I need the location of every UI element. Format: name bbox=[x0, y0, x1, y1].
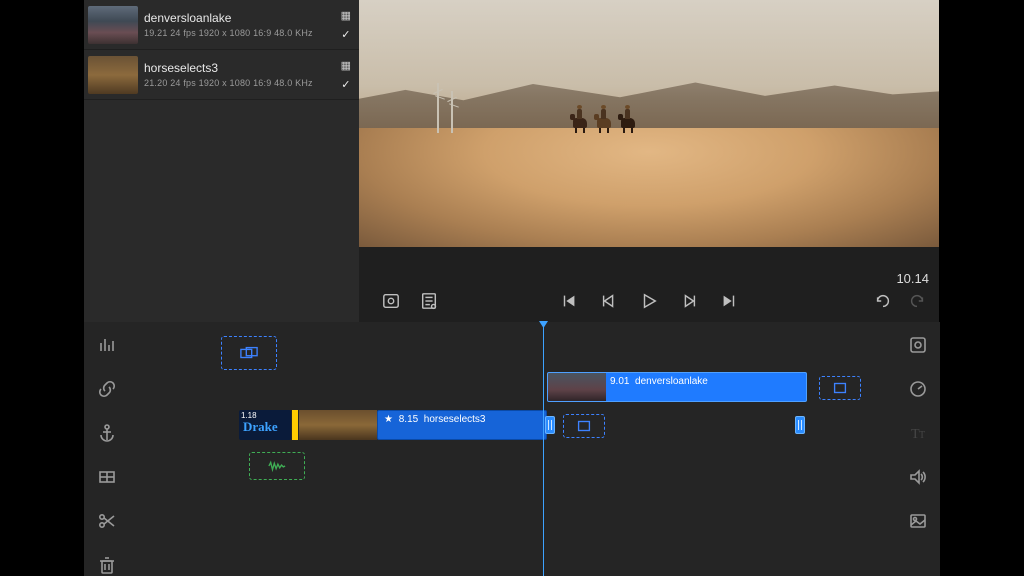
trash-icon[interactable] bbox=[96, 554, 118, 576]
settings-icon[interactable] bbox=[381, 291, 401, 311]
playhead[interactable] bbox=[543, 322, 544, 576]
volume-icon[interactable] bbox=[907, 466, 929, 488]
check-icon: ✓ bbox=[341, 28, 350, 41]
svg-text:T: T bbox=[919, 430, 925, 441]
library-clip-row[interactable]: denversloanlake 19.21 24 fps 1920 x 1080… bbox=[84, 0, 359, 50]
clip-title: horseselects3 bbox=[144, 61, 341, 75]
timeline-clip-horse[interactable]: ★ 8.15 horseselects3 bbox=[377, 410, 547, 440]
timeline-title-clip[interactable]: 1.18 Drake bbox=[239, 410, 291, 440]
trim-handle-right[interactable] bbox=[795, 416, 805, 434]
clip-name: denversloanlake bbox=[635, 376, 708, 387]
video-icon: ▦ bbox=[341, 59, 351, 72]
trim-handle-left[interactable] bbox=[545, 416, 555, 434]
audio-dropzone[interactable] bbox=[249, 452, 305, 480]
timeline-clip-lake[interactable]: 9.01 denversloanlake bbox=[547, 372, 807, 402]
link-icon[interactable] bbox=[96, 378, 118, 400]
clip-thumbnail bbox=[88, 56, 138, 94]
speed-icon[interactable] bbox=[907, 378, 929, 400]
clip-metadata: 19.21 24 fps 1920 x 1080 16:9 48.0 KHz bbox=[144, 28, 341, 38]
frame-icon[interactable] bbox=[96, 466, 118, 488]
video-icon: ▦ bbox=[341, 9, 351, 22]
timeline-left-toolbar bbox=[84, 322, 129, 576]
clip-name: horseselects3 bbox=[424, 414, 486, 425]
app-root: denversloanlake 19.21 24 fps 1920 x 1080… bbox=[0, 0, 1024, 576]
scissors-icon[interactable] bbox=[96, 510, 118, 532]
timeline-right-toolbar: TT bbox=[895, 322, 940, 576]
clip-title: denversloanlake bbox=[144, 11, 341, 25]
go-to-end-button[interactable] bbox=[719, 291, 739, 311]
timeline-panel: TT 9.01 denversloanlake bbox=[84, 322, 940, 576]
clip-info: horseselects3 21.20 24 fps 1920 x 1080 1… bbox=[144, 61, 341, 88]
star-icon: ★ bbox=[384, 414, 393, 425]
clip-thumbnail bbox=[548, 373, 606, 401]
titles-icon[interactable]: TT bbox=[907, 422, 929, 444]
clip-in-time: 9.01 bbox=[610, 376, 629, 387]
overlay-dropzone[interactable] bbox=[221, 336, 277, 370]
step-back-button[interactable] bbox=[599, 291, 619, 311]
library-clip-row[interactable]: horseselects3 21.20 24 fps 1920 x 1080 1… bbox=[84, 50, 359, 100]
target-icon[interactable] bbox=[907, 334, 929, 356]
go-to-start-button[interactable] bbox=[559, 291, 579, 311]
picture-icon[interactable] bbox=[907, 510, 929, 532]
clip-metadata: 21.20 24 fps 1920 x 1080 16:9 48.0 KHz bbox=[144, 78, 341, 88]
transport-bar: 10.14 bbox=[359, 247, 939, 322]
check-icon: ✓ bbox=[341, 78, 350, 91]
clip-thumbnail bbox=[88, 6, 138, 44]
undo-button[interactable] bbox=[873, 291, 893, 311]
slip-dropzone-center[interactable] bbox=[563, 414, 605, 438]
play-button[interactable] bbox=[639, 291, 659, 311]
redo-button[interactable] bbox=[907, 291, 927, 311]
title-clip-text: Drake bbox=[243, 419, 278, 435]
clip-info: denversloanlake 19.21 24 fps 1920 x 1080… bbox=[144, 11, 341, 38]
media-library: denversloanlake 19.21 24 fps 1920 x 1080… bbox=[84, 0, 359, 100]
preview-frame bbox=[359, 0, 939, 247]
timeline-clip-thumb-horse[interactable] bbox=[299, 410, 377, 440]
timecode-display: 10.14 bbox=[896, 271, 929, 286]
pillarbox-right bbox=[940, 0, 1024, 576]
slip-dropzone-right[interactable] bbox=[819, 376, 861, 400]
clip-in-time: 8.15 bbox=[399, 414, 418, 425]
timeline-tracks[interactable]: 9.01 denversloanlake 1.18 Drake ★ 8.15 bbox=[129, 322, 895, 576]
step-forward-button[interactable] bbox=[679, 291, 699, 311]
pillarbox-left bbox=[0, 0, 84, 576]
notes-icon[interactable] bbox=[419, 291, 439, 311]
marker[interactable] bbox=[292, 410, 298, 440]
library-empty-area bbox=[84, 100, 359, 322]
preview-viewer[interactable] bbox=[359, 0, 939, 247]
title-clip-badge: 1.18 bbox=[241, 411, 257, 420]
anchor-icon[interactable] bbox=[96, 422, 118, 444]
clip-thumbnail bbox=[299, 410, 377, 440]
audio-levels-icon[interactable] bbox=[96, 334, 118, 356]
